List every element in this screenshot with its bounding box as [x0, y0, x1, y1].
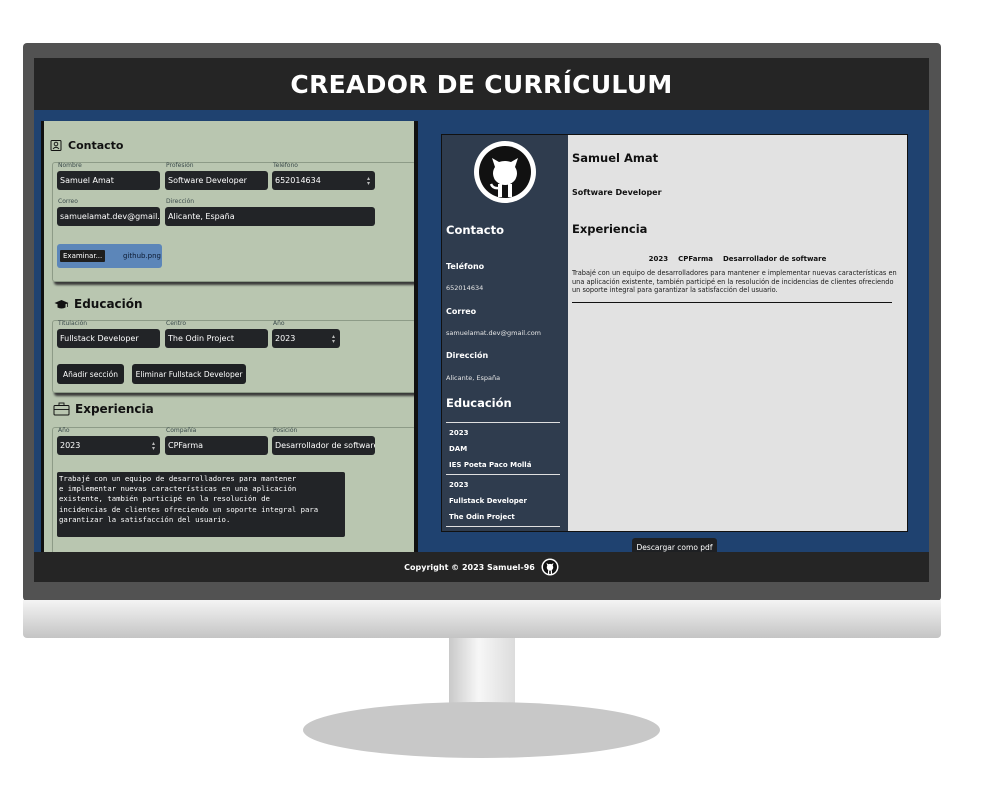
education-section-title: Educación — [54, 297, 143, 311]
cv-contact-heading: Contacto — [446, 223, 504, 237]
cv-phone: 652014634 — [446, 284, 484, 292]
github-icon[interactable] — [541, 558, 559, 576]
copyright-text: Copyright © 2023 Samuel-96 — [404, 562, 535, 572]
file-name: github.png — [123, 252, 161, 260]
app-header: CREADOR DE CURRÍCULUM — [34, 58, 929, 110]
browse-button[interactable]: Examinar... — [60, 250, 106, 262]
address-input[interactable]: Alicante, España — [165, 207, 375, 226]
app-title: CREADOR DE CURRÍCULUM — [290, 69, 673, 99]
cv-main: Samuel Amat Software Developer Experienc… — [568, 135, 907, 531]
cv-name: Samuel Amat — [572, 151, 659, 165]
name-input[interactable]: Samuel Amat — [57, 171, 160, 190]
monitor-base — [303, 702, 660, 758]
number-spinner-icon[interactable]: ▴ ▾ — [367, 175, 370, 186]
file-input[interactable]: Examinar... github.png — [57, 244, 162, 268]
experience-section-title: Experiencia — [53, 402, 154, 416]
monitor-chin — [23, 600, 941, 638]
cv-experience-header: 2023 CPFarma Desarrollador de software — [648, 255, 827, 263]
email-input[interactable]: samuelamat.dev@gmail.com — [57, 207, 160, 226]
cv-divider — [572, 302, 892, 303]
monitor-mockup: CREADOR DE CURRÍCULUM Contacto Nombre Sa… — [0, 0, 983, 801]
position-input[interactable]: Desarrollador de software — [272, 436, 375, 455]
experience-year-input[interactable]: 2023 — [57, 436, 160, 455]
education-year-input[interactable]: 2023 — [272, 329, 340, 348]
app-screen: CREADOR DE CURRÍCULUM Contacto Nombre Sa… — [34, 58, 929, 582]
center-input[interactable]: The Odin Project — [165, 329, 268, 348]
app-footer: Copyright © 2023 Samuel-96 — [34, 552, 929, 582]
add-section-button[interactable]: Añadir sección — [57, 364, 124, 384]
cv-phone-label: Teléfono — [446, 262, 485, 271]
cv-education-item: 2023 Fullstack Developer The Odin Projec… — [446, 474, 560, 527]
form-panel: Contacto Nombre Samuel Amat Profesión So… — [41, 121, 418, 552]
cv-address: Alicante, España — [446, 374, 501, 382]
github-icon — [474, 141, 536, 203]
number-spinner-icon[interactable]: ▴ ▾ — [152, 440, 155, 451]
contact-fieldset: Nombre Samuel Amat Profesión Software De… — [52, 162, 414, 282]
cv-job-title: Software Developer — [572, 188, 662, 197]
phone-input[interactable]: 652014634 — [272, 171, 375, 190]
experience-fieldset: Año 2023 ▴ ▾ Compañía CPFarma Posición De… — [52, 427, 414, 552]
cv-email-label: Correo — [446, 307, 477, 316]
cv-email: samuelamat.dev@gmail.com — [446, 329, 542, 337]
cv-address-label: Dirección — [446, 351, 489, 360]
remove-education-button[interactable]: Eliminar Fullstack Developer — [132, 364, 246, 384]
graduation-cap-icon — [54, 299, 69, 308]
cv-experience-description: Trabajé con un equipo de desarrolladores… — [572, 269, 897, 295]
cv-education-item: 2023 DAM IES Poeta Paco Mollá — [446, 422, 560, 474]
company-input[interactable]: CPFarma — [165, 436, 268, 455]
cv-preview: Contacto Teléfono 652014634 Correo samue… — [441, 134, 908, 532]
briefcase-icon — [53, 402, 70, 416]
cv-education-heading: Educación — [446, 396, 512, 410]
cv-experience-heading: Experiencia — [572, 222, 648, 236]
education-fieldset: Titulación Fullstack Developer Centro Th… — [52, 320, 414, 393]
cv-sidebar: Contacto Teléfono 652014634 Correo samue… — [442, 135, 568, 531]
contact-section-title: Contacto — [50, 139, 123, 152]
degree-input[interactable]: Fullstack Developer — [57, 329, 160, 348]
contact-card-icon — [50, 140, 62, 151]
experience-description-textarea[interactable]: Trabajé con un equipo de desarrolladores… — [57, 472, 345, 537]
number-spinner-icon[interactable]: ▴ ▾ — [332, 333, 335, 344]
profession-input[interactable]: Software Developer — [165, 171, 268, 190]
